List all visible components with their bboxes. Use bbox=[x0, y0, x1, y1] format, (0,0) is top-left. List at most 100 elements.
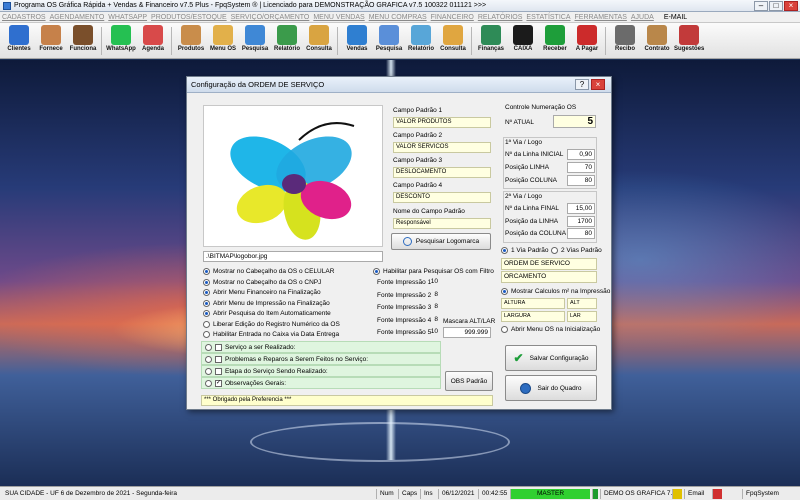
dialog-close-button[interactable]: × bbox=[591, 79, 605, 90]
mascara-input[interactable]: 999.999 bbox=[443, 327, 491, 338]
toolbar-separator bbox=[605, 27, 606, 55]
toolbar-button[interactable]: Relatório bbox=[406, 25, 436, 57]
sair-do-quadro-button[interactable]: Sair do Quadro bbox=[505, 375, 597, 401]
fonte-input[interactable]: 8 bbox=[427, 290, 440, 301]
toolbar-button[interactable]: Finanças bbox=[476, 25, 506, 57]
toolbar-label: Contrato bbox=[644, 46, 670, 52]
opt-1-via-radio[interactable]: 1 Via Padrão bbox=[501, 246, 548, 255]
menu-item[interactable]: E-MAIL bbox=[662, 12, 689, 23]
nome-campo-input[interactable]: Responsável bbox=[393, 218, 491, 229]
menu-item[interactable]: RELATÓRIOS bbox=[476, 12, 525, 23]
habilitar-filtro-radio[interactable]: Habilitar para Pesquisar OS com Filtro bbox=[373, 267, 494, 276]
menu-item[interactable]: SERVIÇO/ORÇAMENTO bbox=[229, 12, 312, 23]
checkbox[interactable] bbox=[215, 367, 222, 375]
toolbar-button[interactable]: A Pagar bbox=[572, 25, 602, 57]
opt-2-vias-radio[interactable]: 2 Vias Padrão bbox=[551, 246, 602, 255]
toolbar-button[interactable]: Pesquisa bbox=[240, 25, 270, 57]
fonte-input[interactable]: 10 bbox=[427, 277, 440, 288]
checkbox[interactable]: ✓ bbox=[215, 379, 222, 387]
campo3-input[interactable]: DESLOCAMENTO bbox=[393, 167, 491, 178]
obs-strip[interactable]: Serviço a ser Realizado: bbox=[201, 341, 441, 353]
toolbar-button[interactable]: Consulta bbox=[438, 25, 468, 57]
toolbar-button[interactable]: Produtos bbox=[176, 25, 206, 57]
toolbar-button[interactable]: CAIXA bbox=[508, 25, 538, 57]
toolbar-button[interactable]: Receber bbox=[540, 25, 570, 57]
menu-item[interactable]: MENU VENDAS bbox=[311, 12, 366, 23]
radio-dot bbox=[205, 355, 212, 363]
ordem-servico-input[interactable]: ORDEM DE SERVICO bbox=[501, 258, 597, 270]
abrir-menu-os-radio[interactable]: Abrir Menu OS na Inicialização bbox=[501, 325, 600, 334]
toolbar-button[interactable]: Menu OS bbox=[208, 25, 238, 57]
option-label: Abrir Pesquisa do Item Automaticamente bbox=[213, 310, 331, 317]
n-atual-input[interactable]: 5 bbox=[553, 115, 596, 128]
via1-posicao-linha-input[interactable]: 70 bbox=[567, 162, 595, 173]
obs-strip[interactable]: Problemas e Reparos a Serem Feitos no Se… bbox=[201, 353, 441, 365]
toolbar-separator bbox=[171, 27, 172, 55]
option-radio[interactable]: Habilitar Entrada no Caixa via Data Entr… bbox=[203, 330, 339, 339]
menu-item[interactable]: FERRAMENTAS bbox=[573, 12, 629, 23]
status-email[interactable]: Email bbox=[684, 489, 707, 499]
toolbar-button[interactable]: Pesquisa bbox=[374, 25, 404, 57]
menu-item[interactable]: AJUDA bbox=[629, 12, 656, 23]
menu-item[interactable]: MENU COMPRAS bbox=[367, 12, 429, 23]
toolbar-button[interactable]: Relatório bbox=[272, 25, 302, 57]
obs-padrao-button[interactable]: OBS Padrão bbox=[445, 371, 493, 391]
via2-posicao-linha-input[interactable]: 1700 bbox=[567, 216, 595, 227]
toolbar-button[interactable]: Fornece bbox=[36, 25, 66, 57]
option-radio[interactable]: Abrir Pesquisa do Item Automaticamente bbox=[203, 309, 331, 318]
menu-item[interactable]: ESTATÍSTICA bbox=[524, 12, 572, 23]
menu-item[interactable]: WHATSAPP bbox=[106, 12, 149, 23]
toolbar-button[interactable]: Consulta bbox=[304, 25, 334, 57]
checkbox[interactable] bbox=[215, 343, 222, 351]
status-demo: DEMO OS GRAFICA 7.5 bbox=[600, 489, 679, 499]
maximize-button[interactable]: □ bbox=[769, 1, 783, 11]
obs-strip[interactable]: Etapa do Serviço Sendo Realizado: bbox=[201, 365, 441, 377]
option-radio[interactable]: Abrir Menu de Impressão na Finalização bbox=[203, 299, 330, 308]
lar-input[interactable]: LAR bbox=[567, 311, 597, 322]
salvar-configuracao-button[interactable]: ✔ Salvar Configuração bbox=[505, 345, 597, 371]
mostrar-m2-radio[interactable]: Mostrar Calculos m² na Impressão bbox=[501, 287, 610, 296]
status-num: Num bbox=[376, 489, 397, 499]
via2-linha-final-input[interactable]: 15,00 bbox=[567, 203, 595, 214]
toolbar-button[interactable]: Vendas bbox=[342, 25, 372, 57]
orcamento-input[interactable]: ORCAMENTO bbox=[501, 271, 597, 283]
option-radio[interactable]: Abrir Menu Financeiro na Finalização bbox=[203, 288, 321, 297]
obs-strip[interactable]: ✓ Observações Gerais: bbox=[201, 377, 441, 389]
toolbar-button[interactable]: Sugestões bbox=[674, 25, 704, 57]
minimize-button[interactable]: – bbox=[754, 1, 768, 11]
pesquisar-logomarca-button[interactable]: Pesquisar Logomarca bbox=[391, 233, 491, 250]
menu-item[interactable]: PRODUTOS/ESTOQUE bbox=[149, 12, 229, 23]
campo2-input[interactable]: VALOR SERVICOS bbox=[393, 142, 491, 153]
largura-input[interactable]: LARGURA bbox=[501, 311, 565, 322]
main-toolbar: Clientes Fornece Funciona WhatsApp Agenda Pro… bbox=[0, 23, 800, 59]
altura-input[interactable]: ALTURA bbox=[501, 298, 565, 309]
menu-item[interactable]: CADASTROS bbox=[0, 12, 48, 23]
via2-posicao-coluna-input[interactable]: 80 bbox=[567, 228, 595, 239]
toolbar-button[interactable]: Contrato bbox=[642, 25, 672, 57]
toolbar-button[interactable]: Clientes bbox=[4, 25, 34, 57]
toolbar-button[interactable]: WhatsApp bbox=[106, 25, 136, 57]
close-button[interactable]: × bbox=[784, 1, 798, 11]
option-radio[interactable]: Mostrar no Cabeçalho da OS o CELULAR bbox=[203, 267, 334, 276]
checkbox[interactable] bbox=[215, 355, 222, 363]
help-button[interactable]: ? bbox=[575, 79, 589, 90]
fonte-input[interactable]: 8 bbox=[427, 302, 440, 313]
menu-item[interactable]: FINANCEIRO bbox=[429, 12, 476, 23]
menu-item[interactable]: AGENDAMENTO bbox=[48, 12, 107, 23]
toolbar-button[interactable]: Agenda bbox=[138, 25, 168, 57]
alt-input[interactable]: ALT bbox=[567, 298, 597, 309]
obrigado-field[interactable]: *** Obrigado pela Preferencia *** bbox=[201, 395, 493, 406]
via1-linha-inicial-input[interactable]: 0,90 bbox=[567, 149, 595, 160]
radio-dot bbox=[203, 289, 210, 296]
via1-posicao-linha-label: Posição LINHA bbox=[505, 164, 550, 171]
option-radio[interactable]: Liberar Edição do Registro Numérico da O… bbox=[203, 320, 340, 329]
campo1-input[interactable]: VALOR PRODUTOS bbox=[393, 117, 491, 128]
via1-posicao-coluna-input[interactable]: 80 bbox=[567, 175, 595, 186]
campo4-input[interactable]: DESCONTO bbox=[393, 192, 491, 203]
toolbar-button[interactable]: Funciona bbox=[68, 25, 98, 57]
logo-path-field[interactable]: .\BITMAP\logobor.jpg bbox=[203, 251, 383, 262]
option-radio[interactable]: Mostrar no Cabeçalho da OS o CNPJ bbox=[203, 278, 321, 287]
fonte-input[interactable]: 10 bbox=[427, 327, 440, 338]
fonte-input[interactable]: 8 bbox=[427, 315, 440, 326]
toolbar-button[interactable]: Recibo bbox=[610, 25, 640, 57]
